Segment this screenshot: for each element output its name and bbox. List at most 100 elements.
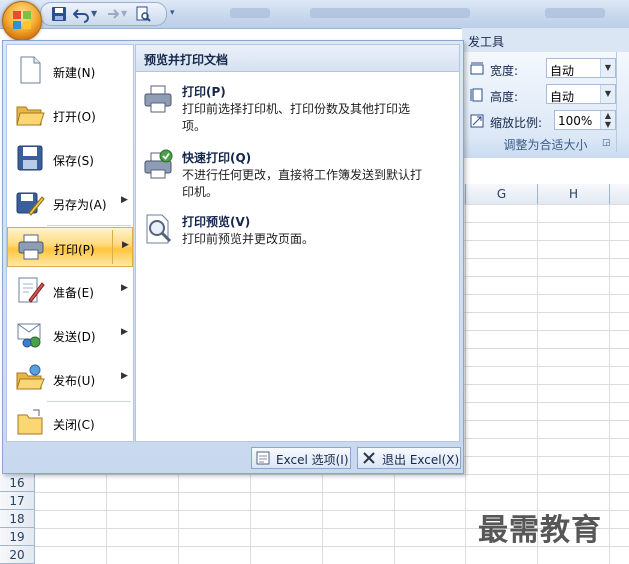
submenu-arrow-icon: ▶: [121, 195, 128, 205]
menu-separator: [47, 401, 131, 402]
submenu-arrow-icon: ▶: [121, 327, 128, 337]
width-select[interactable]: 自动 ▼: [546, 58, 616, 78]
height-label: 高度:: [490, 90, 519, 104]
print-submenu: 预览并打印文档 打印(P) 打印前选择打印机、打印份数及其他打印选项。 快速打印…: [135, 44, 460, 442]
save-icon[interactable]: [51, 5, 67, 23]
open-folder-icon: [16, 106, 45, 126]
new-document-icon: [20, 56, 41, 84]
button-label: Excel 选项(I): [276, 453, 349, 467]
submenu-item-print[interactable]: 打印(P) 打印前选择打印机、打印份数及其他打印选项。: [142, 83, 442, 139]
save-as-icon: [16, 192, 45, 216]
scale-spinner[interactable]: 100% ▲ ▼: [554, 110, 616, 130]
chevron-down-icon[interactable]: ▼: [600, 85, 615, 103]
menu-item-new[interactable]: 新建(N): [7, 51, 133, 91]
dialog-launcher-icon[interactable]: ◲: [602, 138, 612, 148]
row-header[interactable]: 16: [0, 474, 34, 492]
submenu-arrow-icon[interactable]: ▶: [122, 240, 129, 250]
chevron-down-icon[interactable]: ▼: [600, 59, 615, 77]
options-icon: [256, 451, 270, 465]
width-row: 宽度: 自动 ▼: [468, 58, 618, 80]
formula-bar[interactable]: [462, 158, 629, 185]
row-header[interactable]: 20: [0, 546, 34, 564]
menu-item-label: 另存为(A): [53, 198, 107, 212]
office-button[interactable]: [2, 1, 42, 41]
menu-item-publish[interactable]: 发布(U) ▶: [7, 359, 133, 399]
submenu-arrow-icon: ▶: [121, 283, 128, 293]
ribbon-tab-developer[interactable]: 发工具: [462, 28, 629, 52]
undo-dropdown-icon[interactable]: ▼: [91, 9, 97, 27]
scale-icon: [470, 114, 484, 128]
close-folder-icon: [17, 409, 43, 435]
menu-item-send[interactable]: 发送(D) ▶: [7, 315, 133, 355]
watermark-text: 最需教育: [478, 513, 602, 548]
menu-item-prepare[interactable]: 准备(E) ▶: [7, 271, 133, 311]
row-header[interactable]: 17: [0, 492, 34, 510]
submenu-header: 预览并打印文档: [136, 45, 459, 72]
row-headers: 16 17 18 19 20: [0, 474, 35, 564]
submenu-item-print-preview[interactable]: 打印预览(V) 打印前预览并更改页面。: [142, 213, 442, 253]
magnifier-icon: [146, 214, 172, 244]
width-value: 自动: [550, 64, 575, 78]
office-logo-icon: [13, 11, 31, 29]
blurred-title-text: [310, 8, 470, 18]
ribbon-tab-label: 发工具: [468, 35, 505, 49]
blurred-title-text: [545, 8, 605, 18]
menu-command-list: 新建(N) 打开(O) 保存(S) 另存为(A) ▶ 打印(P) ▶ 准备(E)…: [6, 44, 134, 442]
group-separator: [616, 52, 617, 152]
menu-item-label: 打印(P): [54, 243, 95, 257]
column-headers: G H: [462, 184, 629, 205]
scale-to-fit-group: 宽度: 自动 ▼ 高度: 自动 ▼ 缩放比例: 100% ▲ ▼ 调整为合适大小 …: [462, 52, 629, 159]
undo-icon[interactable]: [73, 5, 89, 23]
redo-dropdown-icon[interactable]: ▼: [121, 9, 127, 27]
height-select[interactable]: 自动 ▼: [546, 84, 616, 104]
menu-item-label: 关闭(C): [53, 418, 95, 432]
width-label: 宽度:: [490, 64, 519, 78]
blurred-title-text: [230, 8, 270, 18]
menu-item-save-as[interactable]: 另存为(A) ▶: [7, 183, 133, 223]
office-menu: 新建(N) 打开(O) 保存(S) 另存为(A) ▶ 打印(P) ▶ 准备(E)…: [2, 40, 464, 474]
menu-item-label: 打开(O): [53, 110, 96, 124]
width-icon: [470, 62, 484, 75]
send-icon: [17, 323, 41, 348]
quick-access-toolbar: ▼ ▼: [40, 2, 167, 26]
scale-row: 缩放比例: 100% ▲ ▼: [468, 110, 618, 132]
submenu-title: 预览并打印文档: [144, 53, 229, 67]
menu-separator: [47, 225, 131, 226]
menu-item-open[interactable]: 打开(O): [7, 95, 133, 135]
prepare-icon: [18, 277, 45, 303]
printer-icon: [144, 85, 172, 113]
close-icon: [363, 452, 375, 464]
redo-icon[interactable]: [103, 5, 119, 23]
publish-icon: [16, 364, 45, 390]
button-label: 退出 Excel(X): [382, 453, 460, 467]
submenu-item-desc: 不进行任何更改，直接将工作簿发送到默认打印机。: [182, 168, 423, 199]
column-header-h[interactable]: H: [537, 184, 609, 204]
row-header[interactable]: 18: [0, 510, 34, 528]
quick-print-icon: [144, 149, 173, 179]
menu-item-close[interactable]: 关闭(C): [7, 403, 133, 443]
height-icon: [470, 88, 483, 102]
cell-grid[interactable]: [34, 474, 462, 564]
height-row: 高度: 自动 ▼: [468, 84, 618, 106]
menu-item-label: 发布(U): [53, 374, 96, 388]
column-header-next[interactable]: [609, 184, 629, 204]
spinner-arrows-icon[interactable]: ▲ ▼: [600, 111, 615, 129]
menu-item-label: 保存(S): [53, 154, 94, 168]
submenu-item-quick-print[interactable]: 快速打印(Q) 不进行任何更改，直接将工作簿发送到默认打印机。: [142, 149, 442, 205]
split-separator: [112, 230, 113, 264]
print-preview-quick-icon[interactable]: [135, 5, 151, 23]
scale-label: 缩放比例:: [490, 116, 543, 130]
excel-options-button[interactable]: Excel 选项(I): [251, 447, 351, 469]
height-value: 自动: [550, 90, 575, 104]
row-header[interactable]: 19: [0, 528, 34, 546]
menu-item-label: 新建(N): [53, 66, 96, 80]
menu-item-print[interactable]: 打印(P) ▶: [7, 227, 133, 267]
menu-item-save[interactable]: 保存(S): [7, 139, 133, 179]
customize-toolbar-icon[interactable]: ▾: [170, 8, 175, 18]
submenu-item-desc: 打印前预览并更改页面。: [182, 232, 315, 246]
printer-icon: [18, 234, 44, 260]
submenu-item-title: 快速打印(Q): [182, 151, 252, 165]
exit-excel-button[interactable]: 退出 Excel(X): [357, 447, 461, 469]
menu-item-label: 准备(E): [53, 286, 94, 300]
column-header-g[interactable]: G: [465, 184, 537, 204]
